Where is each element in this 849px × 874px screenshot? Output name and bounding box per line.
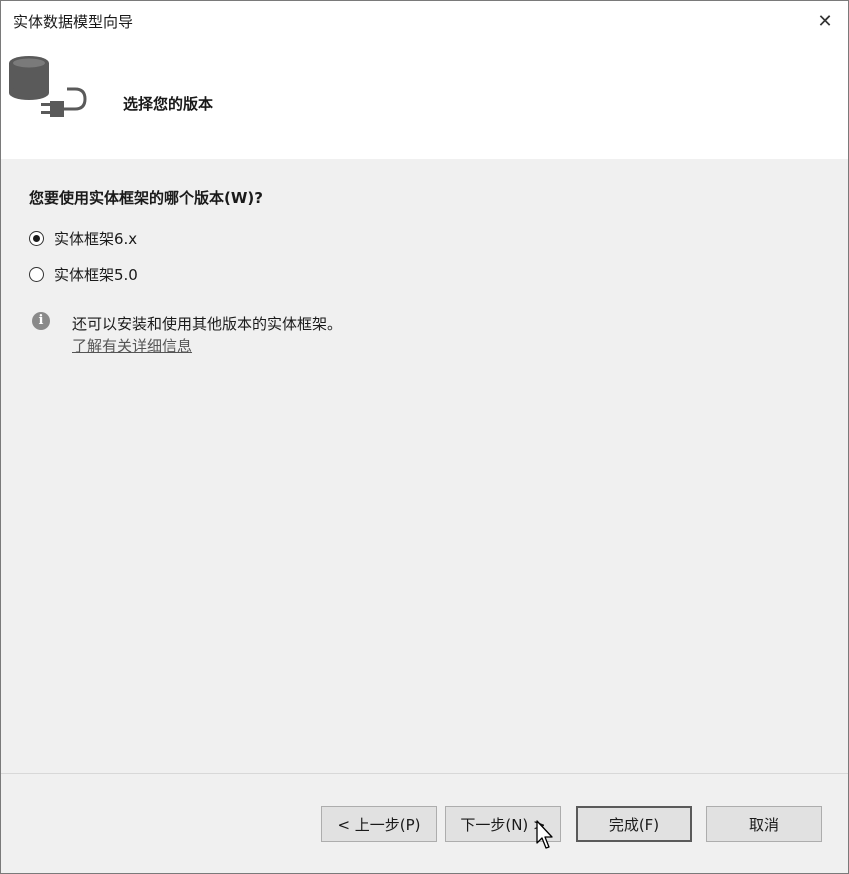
- back-button[interactable]: < 上一步(P): [321, 806, 437, 842]
- learn-more-link[interactable]: 了解有关详细信息: [72, 335, 192, 356]
- info-icon: i: [32, 312, 50, 330]
- radio-unselected-icon[interactable]: [29, 267, 44, 282]
- close-icon: ✕: [817, 10, 833, 32]
- version-question: 您要使用实体框架的哪个版本(W)?: [29, 189, 263, 207]
- window-title: 实体数据模型向导: [13, 13, 134, 31]
- title-bar: 实体数据模型向导 ✕: [1, 1, 848, 41]
- radio-option-ef6[interactable]: 实体框架6.x: [29, 228, 137, 249]
- info-text: 还可以安装和使用其他版本的实体框架。: [72, 315, 343, 333]
- radio-dot: [33, 235, 40, 242]
- radio-selected-icon[interactable]: [29, 231, 44, 246]
- wizard-window: 实体数据模型向导 ✕ 选择您的版本 您要使用实体框架的哪个版本(W)? 实体框架…: [0, 0, 849, 874]
- radio-label-ef5: 实体框架5.0: [54, 266, 138, 284]
- wizard-header: 选择您的版本: [1, 41, 848, 159]
- finish-button[interactable]: 完成(F): [576, 806, 692, 842]
- footer-divider: [1, 773, 848, 774]
- radio-option-ef5[interactable]: 实体框架5.0: [29, 264, 138, 285]
- database-plug-icon: [5, 49, 97, 133]
- mouse-cursor-icon: [535, 819, 555, 855]
- close-button[interactable]: ✕: [802, 1, 848, 41]
- radio-label-ef6: 实体框架6.x: [54, 230, 138, 248]
- cancel-button[interactable]: 取消: [706, 806, 822, 842]
- page-title: 选择您的版本: [123, 95, 214, 113]
